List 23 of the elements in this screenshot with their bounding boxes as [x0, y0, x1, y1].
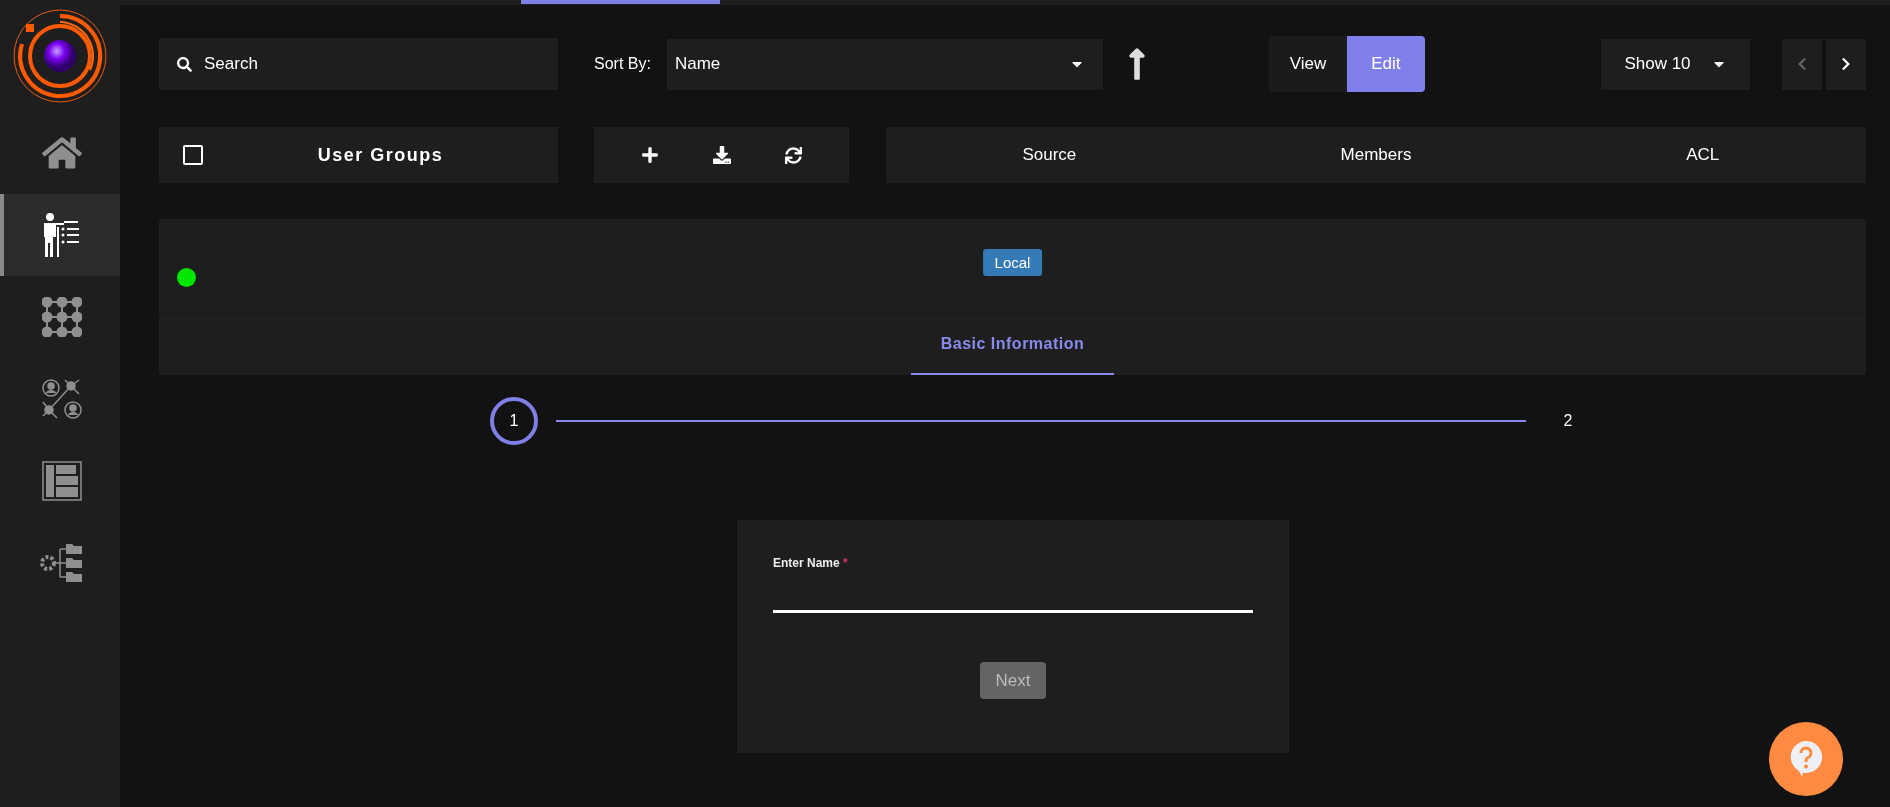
- field-label: Enter Name *: [773, 556, 849, 570]
- document-layout-icon: [42, 461, 82, 501]
- column-header: Members: [1339, 145, 1413, 165]
- sort-label: Sort By:: [594, 55, 651, 73]
- sidebar-item[interactable]: [0, 194, 120, 276]
- search-icon: [177, 56, 192, 72]
- search-field[interactable]: Search: [159, 38, 558, 90]
- column-header: Source: [1021, 145, 1078, 165]
- list-title: User Groups: [316, 144, 445, 166]
- select-all-checkbox[interactable]: [183, 145, 203, 165]
- node-grid-icon: [42, 297, 82, 337]
- step-indicator: 1: [490, 397, 538, 445]
- presenter-list-icon: [42, 213, 82, 257]
- step-indicator: 2: [1562, 411, 1574, 431]
- help-bubble-icon: [1789, 740, 1823, 778]
- page-size-select[interactable]: Show 10: [1601, 38, 1750, 90]
- gear-folders-icon: [40, 543, 84, 583]
- user-network-icon: [41, 378, 83, 420]
- next-page-button[interactable]: [1826, 38, 1866, 90]
- source-badge: Local: [982, 249, 1043, 276]
- sort-select[interactable]: Name: [666, 38, 1103, 90]
- column-header: ACL: [1685, 145, 1721, 165]
- form-tab[interactable]: Basic Information: [910, 314, 1115, 375]
